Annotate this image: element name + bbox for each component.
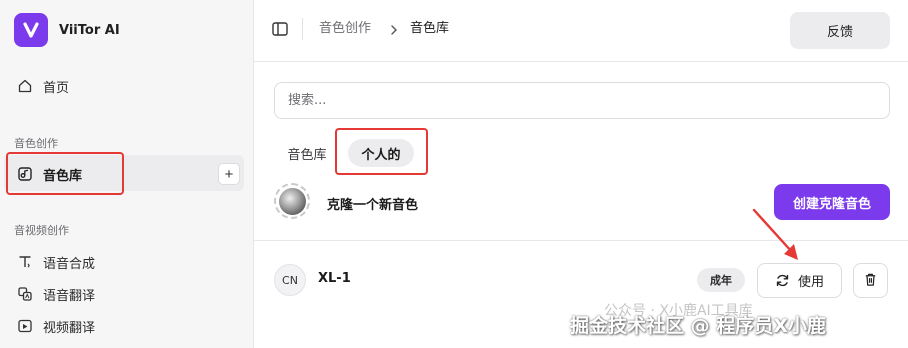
sidebar-item-speech-translation[interactable]: 语音翻译 — [16, 283, 95, 305]
clone-new-voice-label: 克隆一个新音色 — [327, 198, 419, 213]
app-window: ViiTor AI 首页 音色创作 音色库 + 音视频创作 语音合成 语音翻译 … — [0, 0, 908, 348]
sidebar-item-label: 语音翻译 — [43, 288, 96, 304]
add-voice-button[interactable]: + — [218, 163, 240, 185]
breadcrumb-parent[interactable]: 音色创作 — [319, 20, 371, 38]
sidebar-item-label: 音色库 — [43, 168, 83, 184]
speech-translation-icon — [16, 285, 34, 303]
home-icon — [16, 77, 34, 95]
sidebar-item-speech-synthesis[interactable]: 语音合成 — [16, 251, 95, 273]
refresh-icon — [775, 273, 790, 288]
sidebar-item-label: 首页 — [43, 80, 70, 96]
annotation-arrow-icon — [752, 208, 798, 260]
tab-personal[interactable]: 个人的 — [348, 139, 414, 167]
header-divider — [302, 18, 303, 40]
sidebar-item-label: 视频翻译 — [43, 320, 96, 336]
delete-button[interactable] — [853, 263, 888, 298]
watermark-juejin: 掘金技术社区 @ 程序员X小鹿 — [570, 315, 826, 337]
tab-voice-library[interactable]: 音色库 — [278, 139, 336, 167]
voice-name: XL-1 — [318, 271, 351, 286]
chevron-right-icon — [388, 22, 400, 36]
logo-icon — [14, 13, 48, 47]
sidebar-toggle-icon[interactable] — [271, 20, 289, 38]
breadcrumb-current: 音色库 — [410, 21, 450, 36]
clone-avatar — [274, 183, 310, 219]
search-input[interactable] — [274, 82, 890, 119]
speech-synthesis-icon — [16, 253, 34, 271]
sidebar-item-voice-library[interactable]: 音色库 — [16, 163, 82, 185]
section-label-voice-creation: 音色创作 — [14, 137, 58, 150]
sidebar-item-label: 语音合成 — [43, 256, 96, 272]
avatar-image — [278, 187, 306, 215]
section-label-av-creation: 音视频创作 — [14, 224, 69, 237]
trash-icon — [863, 272, 878, 290]
sidebar-item-video-translation[interactable]: 视频翻译 — [16, 315, 95, 337]
language-badge: CN — [274, 264, 306, 296]
voice-library-icon — [16, 165, 34, 183]
brand[interactable]: ViiTor AI — [14, 13, 120, 47]
sidebar-item-home[interactable]: 首页 — [16, 75, 69, 97]
video-translation-icon — [16, 317, 34, 335]
feedback-button[interactable]: 反馈 — [790, 12, 890, 49]
use-voice-button[interactable]: 使用 — [757, 263, 842, 298]
app-name: ViiTor AI — [59, 22, 120, 38]
sidebar: ViiTor AI 首页 音色创作 音色库 + 音视频创作 语音合成 语音翻译 … — [0, 0, 254, 348]
age-tag: 成年 — [697, 268, 745, 292]
use-label: 使用 — [797, 274, 824, 289]
